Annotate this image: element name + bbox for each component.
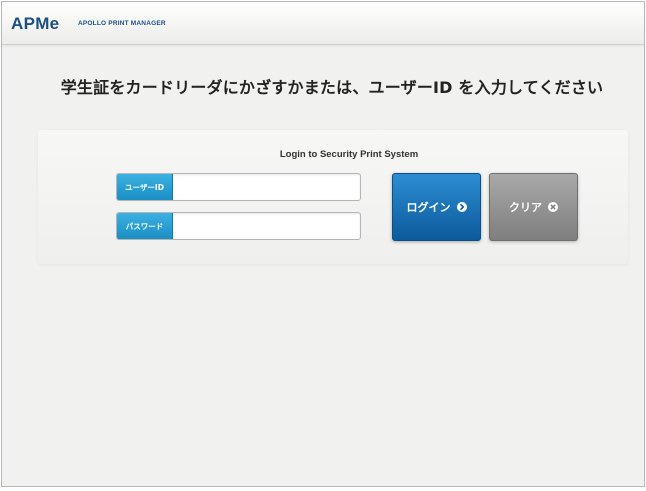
- header-bar: APMe APOLLO PRINT MANAGER: [2, 2, 644, 45]
- app-name: APOLLO PRINT MANAGER: [78, 20, 166, 27]
- login-panel: Login to Security Print System ユーザーID パス…: [38, 130, 628, 264]
- clear-button-label: クリア: [509, 201, 542, 214]
- userid-input[interactable]: [173, 174, 360, 200]
- app-logo: APMe: [11, 14, 60, 33]
- userid-field: ユーザーID: [116, 173, 361, 201]
- x-circle-icon: [548, 202, 558, 212]
- userid-label: ユーザーID: [117, 174, 173, 200]
- password-input[interactable]: [173, 213, 360, 239]
- arrow-right-circle-icon: [456, 202, 467, 212]
- login-button[interactable]: ログイン: [392, 173, 481, 241]
- login-title: Login to Security Print System: [279, 149, 419, 160]
- password-field: パスワード: [116, 212, 361, 240]
- app-screen: APMe APOLLO PRINT MANAGER 学生証をカードリーダにかざす…: [1, 1, 645, 487]
- password-label: パスワード: [117, 213, 173, 239]
- clear-button[interactable]: クリア: [489, 173, 578, 241]
- login-button-label: ログイン: [406, 201, 451, 214]
- instruction-text: 学生証をカードリーダにかざすかまたは、ユーザーID を入力してください: [60, 78, 604, 97]
